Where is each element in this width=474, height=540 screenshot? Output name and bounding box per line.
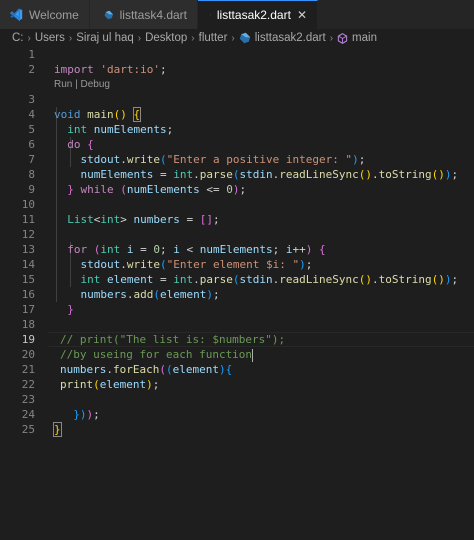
codelens-run-debug[interactable]: Run | Debug [54, 78, 110, 92]
code-line: })); [73, 408, 100, 421]
tab-welcome[interactable]: Welcome [0, 0, 90, 29]
breadcrumb: C: › Users › Siraj ul haq › Desktop › fl… [0, 29, 474, 47]
breadcrumb-item[interactable]: Desktop [145, 32, 187, 44]
close-icon[interactable]: ✕ [297, 8, 307, 22]
code-line: int numElements; [67, 123, 174, 136]
chevron-right-icon: › [137, 32, 142, 44]
code-line: } [67, 303, 74, 316]
code-editor[interactable]: 1 2 3 4 5 6 7 8 9 10 11 12 13 14 15 16 1… [0, 47, 474, 540]
method-icon [337, 32, 348, 44]
chevron-right-icon: › [191, 32, 195, 44]
breadcrumb-item[interactable]: Users [35, 32, 65, 44]
breadcrumb-item[interactable]: flutter [199, 32, 228, 44]
code-line: } [53, 422, 62, 437]
breadcrumb-item[interactable]: Siraj ul haq [76, 32, 134, 44]
code-line: numElements = int.parse(stdin.readLineSy… [80, 168, 459, 181]
code-line: print(element); [60, 378, 160, 391]
tab-listtasak2[interactable]: listtasak2.dart ✕ [198, 0, 318, 29]
code-line: List<int> numbers = []; [67, 213, 220, 226]
code-line: void main() { [54, 107, 142, 122]
code-line: int element = int.parse(stdin.readLineSy… [80, 273, 459, 286]
chevron-right-icon: › [329, 32, 334, 44]
code-line: stdout.write("Enter a positive integer: … [80, 153, 366, 166]
breadcrumb-item[interactable]: C: [12, 32, 24, 44]
code-line: import 'dart:io'; [54, 63, 167, 76]
code-line: stdout.write("Enter element $i: "); [80, 258, 313, 271]
code-line: } while (numElements <= 0); [67, 183, 247, 196]
code-line: numbers.forEach((element){ [60, 363, 233, 376]
tab-label: listtask4.dart [119, 7, 187, 22]
dart-icon [104, 10, 114, 19]
code-line: numbers.add(element); [80, 288, 220, 301]
dart-icon [210, 14, 211, 16]
chevron-right-icon: › [68, 32, 73, 44]
tab-bar: Welcome listtask4.dart listtasak2.dart ✕ [0, 0, 474, 30]
tab-listtask4[interactable]: listtask4.dart [90, 0, 198, 29]
code-line: do { [67, 138, 94, 151]
code-line: for (int i = 0; i < numElements; i++) { [67, 243, 326, 256]
chevron-right-icon: › [231, 32, 235, 44]
code-line: // print("The list is: $numbers"); [60, 333, 286, 346]
chevron-right-icon: › [27, 32, 31, 44]
breadcrumb-item[interactable]: listtasak2.dart [255, 32, 326, 44]
code-line: //by useing for each function [60, 348, 254, 362]
dart-icon [239, 32, 250, 44]
breadcrumb-item[interactable]: main [352, 32, 377, 44]
tab-label: listtasak2.dart [216, 8, 291, 22]
tab-label: Welcome [29, 7, 79, 22]
vscode-icon [10, 8, 23, 21]
